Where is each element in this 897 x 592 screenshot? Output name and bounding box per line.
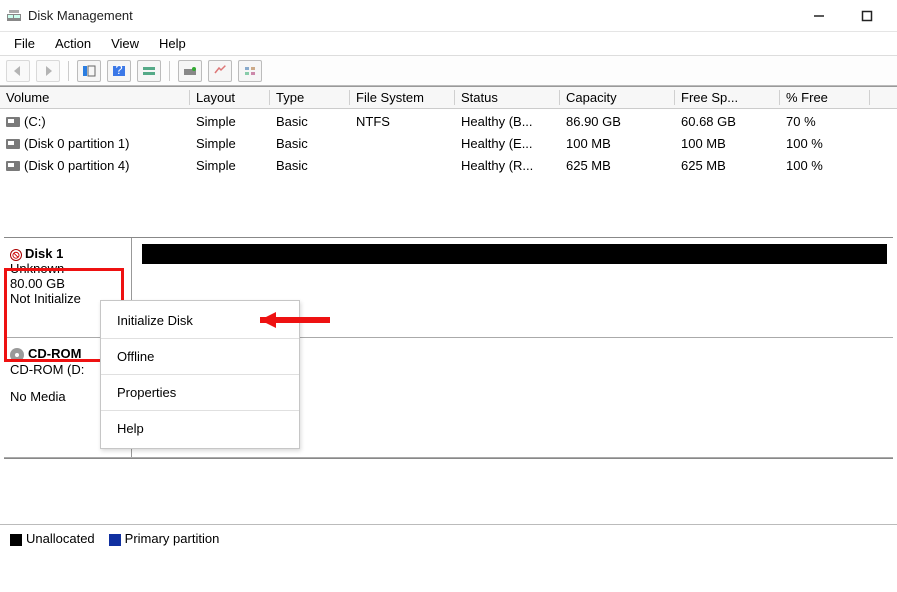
titlebar: Disk Management [0, 0, 897, 32]
settings-button[interactable] [208, 60, 232, 82]
volume-free: 100 MB [675, 136, 780, 151]
action-button[interactable] [137, 60, 161, 82]
volume-layout: Simple [190, 136, 270, 151]
col-layout[interactable]: Layout [190, 90, 270, 105]
volume-icon [6, 161, 20, 171]
volume-percent-free: 70 % [780, 114, 870, 129]
col-free-space[interactable]: Free Sp... [675, 90, 780, 105]
disk-kind: Unknown [10, 261, 125, 276]
show-hide-tree-button[interactable] [77, 60, 101, 82]
help-button[interactable]: ? [107, 60, 131, 82]
volume-type: Basic [270, 114, 350, 129]
volume-layout: Simple [190, 114, 270, 129]
volume-capacity: 625 MB [560, 158, 675, 173]
volume-icon [6, 139, 20, 149]
legend: Unallocated Primary partition [0, 524, 897, 552]
table-row[interactable]: (Disk 0 partition 4) SimpleBasic Healthy (… [0, 155, 897, 177]
volume-free: 60.68 GB [675, 114, 780, 129]
forward-button[interactable] [36, 60, 60, 82]
volume-name: (Disk 0 partition 1) [24, 136, 129, 151]
menu-offline[interactable]: Offline [101, 341, 299, 372]
error-icon: ⦸ [10, 249, 22, 261]
volume-capacity: 100 MB [560, 136, 675, 151]
col-filesystem[interactable]: File System [350, 90, 455, 105]
volume-free: 625 MB [675, 158, 780, 173]
col-volume[interactable]: Volume [0, 90, 190, 105]
volume-fs: NTFS [350, 114, 455, 129]
col-percent-free[interactable]: % Free [780, 90, 870, 105]
context-menu: Initialize Disk Offline Properties Help [100, 300, 300, 449]
app-icon [6, 8, 22, 24]
col-status[interactable]: Status [455, 90, 560, 105]
menu-file[interactable]: File [4, 34, 45, 53]
menubar: File Action View Help [0, 32, 897, 56]
volume-status: Healthy (B... [455, 114, 560, 129]
more-button[interactable] [238, 60, 262, 82]
unallocated-bar[interactable] [142, 244, 887, 264]
toolbar: ? [0, 56, 897, 86]
table-row[interactable]: (Disk 0 partition 1) SimpleBasic Healthy (… [0, 133, 897, 155]
col-type[interactable]: Type [270, 90, 350, 105]
back-button[interactable] [6, 60, 30, 82]
volume-percent-free: 100 % [780, 158, 870, 173]
volume-type: Basic [270, 158, 350, 173]
volume-status: Healthy (R... [455, 158, 560, 173]
legend-unallocated: Unallocated [10, 531, 95, 546]
cdrom-icon [10, 348, 24, 362]
menu-view[interactable]: View [101, 34, 149, 53]
volume-name: (C:) [24, 114, 46, 129]
menu-action[interactable]: Action [45, 34, 101, 53]
volume-table: Volume Layout Type File System Status Ca… [0, 86, 897, 237]
svg-text:?: ? [115, 65, 122, 77]
window-title: Disk Management [28, 8, 805, 23]
maximize-button[interactable] [853, 6, 881, 26]
disk-size: 80.00 GB [10, 276, 125, 291]
volume-percent-free: 100 % [780, 136, 870, 151]
menu-initialize-disk[interactable]: Initialize Disk [101, 305, 299, 336]
volume-layout: Simple [190, 158, 270, 173]
menu-properties[interactable]: Properties [101, 377, 299, 408]
refresh-button[interactable] [178, 60, 202, 82]
volume-type: Basic [270, 136, 350, 151]
volume-capacity: 86.90 GB [560, 114, 675, 129]
col-capacity[interactable]: Capacity [560, 90, 675, 105]
disk-name: Disk 1 [25, 246, 63, 261]
cdrom-name: CD-ROM [28, 346, 81, 361]
table-row[interactable]: (C:) SimpleBasicNTFSHealthy (B...86.90 GB… [0, 111, 897, 133]
volume-status: Healthy (E... [455, 136, 560, 151]
menu-help[interactable]: Help [149, 34, 196, 53]
table-header-row: Volume Layout Type File System Status Ca… [0, 87, 897, 109]
volume-name: (Disk 0 partition 4) [24, 158, 129, 173]
menu-help[interactable]: Help [101, 413, 299, 444]
volume-icon [6, 117, 20, 127]
legend-primary: Primary partition [109, 531, 220, 546]
minimize-button[interactable] [805, 6, 833, 26]
